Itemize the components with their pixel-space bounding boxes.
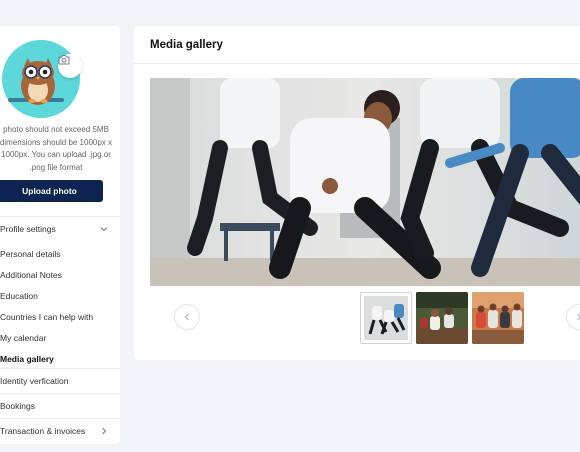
- sidebar-item-calendar[interactable]: My calendar: [0, 327, 120, 348]
- photo-requirements-note: photo should not exceed 5MB dimensions s…: [0, 125, 113, 172]
- thumbnail-2[interactable]: [416, 292, 468, 344]
- group-jumping-photo: [150, 78, 580, 286]
- sidebar-item-additional-notes[interactable]: Additional Notes: [0, 264, 120, 285]
- camera-icon: [58, 55, 70, 65]
- sidebar-item-education[interactable]: Education: [0, 285, 120, 306]
- avatar: [2, 40, 82, 118]
- next-image-button[interactable]: [566, 304, 580, 330]
- profile-settings-label: Profile settings: [0, 224, 56, 234]
- gallery-main-image[interactable]: [150, 78, 580, 286]
- thumbnail-image: [416, 292, 468, 344]
- bookings-item[interactable]: Bookings: [0, 393, 120, 418]
- page-title: Media gallery: [150, 38, 223, 51]
- profile-settings-section: Profile settings Personal details Additi…: [0, 216, 120, 373]
- sidebar-item-countries[interactable]: Countries I can help with: [0, 306, 120, 327]
- thumbnail-1[interactable]: [360, 292, 412, 344]
- transactions-item[interactable]: Transaction & invoices: [0, 418, 120, 443]
- chevron-right-icon: [577, 313, 580, 321]
- identity-verification-label: Identity verfication: [0, 376, 69, 386]
- transactions-label: Transaction & invoices: [0, 426, 86, 436]
- identity-verification-item[interactable]: Identity verfication: [0, 368, 120, 393]
- panel-header: Media gallery: [134, 26, 580, 64]
- owl-mascot-image: [8, 58, 64, 105]
- profile-sidebar: photo should not exceed 5MB dimensions s…: [0, 26, 120, 444]
- previous-image-button[interactable]: [174, 304, 200, 330]
- profile-settings-items: Personal details Additional Notes Educat…: [0, 241, 120, 373]
- media-gallery-panel: Media gallery: [134, 26, 580, 360]
- upload-photo-button[interactable]: Upload photo: [0, 180, 103, 202]
- sidebar-item-media-gallery[interactable]: Media gallery: [0, 348, 120, 369]
- sidebar-item-personal-details[interactable]: Personal details: [0, 243, 120, 264]
- change-photo-button[interactable]: [58, 54, 82, 78]
- thumbnail-strip: [134, 290, 580, 346]
- bookings-label: Bookings: [0, 401, 35, 411]
- chevron-left-icon: [184, 313, 189, 321]
- chevron-right-icon: [102, 427, 107, 435]
- chevron-down-icon: [100, 227, 108, 232]
- thumbnail-image: [364, 296, 408, 340]
- profile-settings-toggle[interactable]: Profile settings: [0, 217, 120, 241]
- thumbnail-image: [472, 292, 524, 344]
- thumbnail-3[interactable]: [472, 292, 524, 344]
